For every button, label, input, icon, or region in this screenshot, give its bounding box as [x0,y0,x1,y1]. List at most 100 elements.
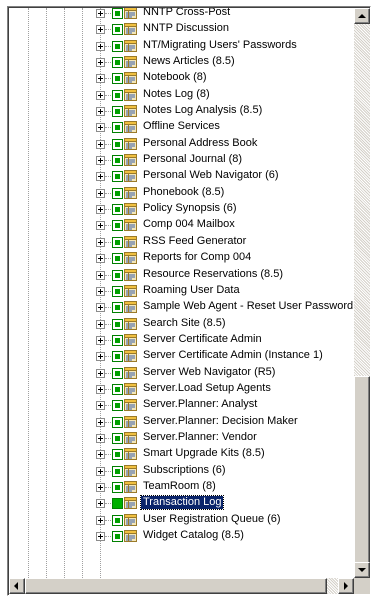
plus-expander-icon[interactable] [96,41,105,51]
scroll-right-button[interactable] [338,578,354,594]
partial-check-icon[interactable] [112,514,123,526]
plus-expander-icon[interactable] [96,254,105,264]
plus-expander-icon[interactable] [96,74,105,84]
partial-check-icon[interactable] [112,465,123,477]
plus-expander-icon[interactable] [96,335,105,345]
partial-check-icon[interactable] [112,236,123,248]
tree-item[interactable]: Server.Planner: Vendor [9,430,353,446]
partial-check-icon[interactable] [112,400,123,412]
partial-check-icon[interactable] [112,449,123,461]
tree-item[interactable]: Transaction Log [9,495,353,511]
plus-expander-icon[interactable] [96,450,105,460]
tree-item[interactable]: Server Certificate Admin (Instance 1) [9,348,353,364]
plus-expander-icon[interactable] [96,9,105,18]
plus-expander-icon[interactable] [96,286,105,296]
partial-check-icon[interactable] [112,89,123,101]
tree-item[interactable]: Personal Address Book [9,136,353,152]
tree-item[interactable]: Server.Planner: Analyst [9,397,353,413]
plus-expander-icon[interactable] [96,482,105,492]
partial-check-icon[interactable] [112,531,123,542]
partial-check-icon[interactable] [112,24,123,36]
partial-check-icon[interactable] [112,73,123,85]
plus-expander-icon[interactable] [96,270,105,280]
tree-item[interactable]: Server Certificate Admin [9,332,353,348]
partial-check-icon[interactable] [112,432,123,444]
partial-check-icon[interactable] [112,171,123,183]
tree-item[interactable]: Personal Journal (8) [9,152,353,168]
partial-check-icon[interactable] [112,204,123,216]
partial-check-icon[interactable] [112,269,123,281]
partial-check-icon[interactable] [112,138,123,150]
plus-expander-icon[interactable] [96,319,105,329]
tree-item[interactable]: Roaming User Data [9,283,353,299]
tree-item[interactable]: Comp 004 Mailbox [9,217,353,233]
tree-item[interactable]: Widget Catalog (8.5) [9,528,353,544]
tree-item[interactable]: Subscriptions (6) [9,463,353,479]
partial-check-icon[interactable] [112,285,123,297]
plus-expander-icon[interactable] [96,401,105,411]
tree-item[interactable]: Notebook (8) [9,70,353,86]
partial-check-icon[interactable] [112,253,123,265]
plus-expander-icon[interactable] [96,172,105,182]
partial-check-icon[interactable] [112,187,123,199]
vertical-scrollbar[interactable] [354,8,370,578]
tree-item[interactable]: Offline Services [9,119,353,135]
partial-check-icon[interactable] [112,416,123,428]
tree-item[interactable]: Policy Synopsis (6) [9,201,353,217]
partial-check-icon[interactable] [112,57,123,69]
plus-expander-icon[interactable] [96,123,105,133]
partial-check-icon[interactable] [112,8,123,19]
plus-expander-icon[interactable] [96,188,105,198]
plus-expander-icon[interactable] [96,221,105,231]
plus-expander-icon[interactable] [96,237,105,247]
tree-item[interactable]: Server.Load Setup Agents [9,381,353,397]
tree-item[interactable]: Resource Reservations (8.5) [9,267,353,283]
partial-check-icon[interactable] [112,302,123,314]
tree-item[interactable]: Sample Web Agent - Reset User Password [9,299,353,315]
tree-item[interactable]: NNTP Discussion [9,21,353,37]
tree-item[interactable]: TeamRoom (8) [9,479,353,495]
plus-expander-icon[interactable] [96,303,105,313]
tree-item[interactable]: Server.Planner: Decision Maker [9,414,353,430]
horizontal-scrollbar[interactable] [9,578,354,594]
tree-item[interactable]: NT/Migrating Users' Passwords [9,38,353,54]
partial-check-icon[interactable] [112,318,123,330]
partial-check-icon[interactable] [112,40,123,52]
partial-check-icon[interactable] [112,122,123,134]
partial-check-icon[interactable] [112,334,123,346]
plus-expander-icon[interactable] [96,417,105,427]
tree-item[interactable]: Phonebook (8.5) [9,185,353,201]
plus-expander-icon[interactable] [96,532,105,541]
partial-check-icon[interactable] [112,351,123,363]
partial-check-icon[interactable] [112,155,123,167]
tree-item[interactable]: Notes Log Analysis (8.5) [9,103,353,119]
tree-item[interactable]: NNTP Cross-Post [9,8,353,21]
tree-item[interactable]: RSS Feed Generator [9,234,353,250]
tree-item[interactable]: Notes Log (8) [9,87,353,103]
scroll-down-button[interactable] [354,562,370,578]
tree-item[interactable]: Server Web Navigator (R5) [9,365,353,381]
scroll-up-button[interactable] [354,8,370,24]
plus-expander-icon[interactable] [96,433,105,443]
partial-check-icon[interactable] [112,367,123,379]
partial-check-icon[interactable] [112,498,123,510]
plus-expander-icon[interactable] [96,205,105,215]
plus-expander-icon[interactable] [96,352,105,362]
plus-expander-icon[interactable] [96,368,105,378]
tree-item[interactable]: Smart Upgrade Kits (8.5) [9,446,353,462]
tree-item[interactable]: News Articles (8.5) [9,54,353,70]
plus-expander-icon[interactable] [96,25,105,35]
partial-check-icon[interactable] [112,220,123,232]
plus-expander-icon[interactable] [96,107,105,117]
tree-item[interactable]: Personal Web Navigator (6) [9,168,353,184]
plus-expander-icon[interactable] [96,466,105,476]
tree-item[interactable]: User Registration Queue (6) [9,512,353,528]
tree-item[interactable]: Reports for Comp 004 [9,250,353,266]
plus-expander-icon[interactable] [96,156,105,166]
plus-expander-icon[interactable] [96,139,105,149]
plus-expander-icon[interactable] [96,90,105,100]
tree-item[interactable]: Search Site (8.5) [9,316,353,332]
partial-check-icon[interactable] [112,383,123,395]
scroll-left-button[interactable] [9,578,25,594]
horizontal-scroll-thumb[interactable] [25,578,327,594]
